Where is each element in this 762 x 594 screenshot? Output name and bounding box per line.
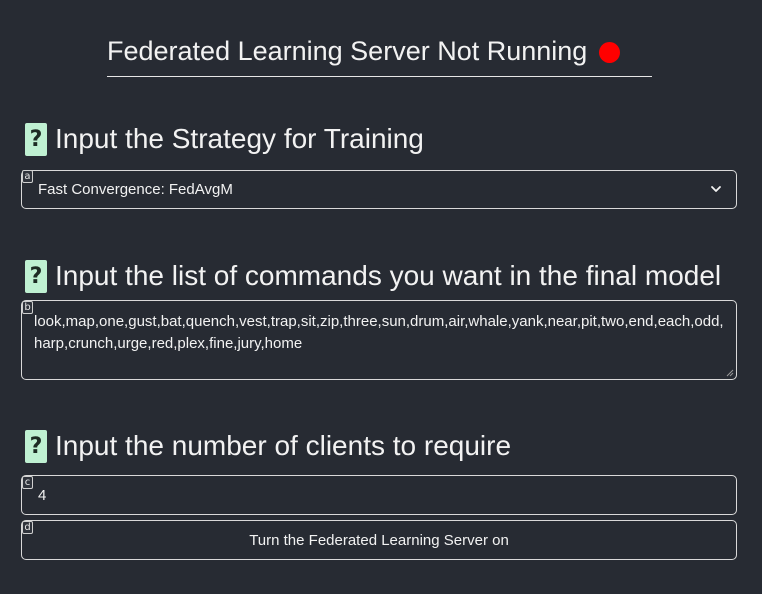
strategy-heading-text: Input the Strategy for Training <box>55 123 424 154</box>
strategy-selected-value: Fast Convergence: FedAvgM <box>38 181 233 198</box>
commands-textarea[interactable]: look,map,one,gust,bat,quench,vest,trap,s… <box>21 300 737 380</box>
start-server-button[interactable]: Turn the Federated Learning Server on <box>21 520 737 560</box>
clients-number-value: 4 <box>38 486 47 504</box>
help-icon[interactable]: ? <box>25 429 47 463</box>
federated-server-page: Federated Learning Server Not Running ? … <box>0 0 762 594</box>
clients-heading: ? Input the number of clients to require <box>25 429 511 463</box>
start-server-button-label: Turn the Federated Learning Server on <box>249 531 509 549</box>
resize-grip-icon[interactable] <box>726 369 734 377</box>
server-status-text: Federated Learning Server Not Running <box>107 36 588 66</box>
strategy-heading: ? Input the Strategy for Training <box>25 122 424 156</box>
commands-textarea-value: look,map,one,gust,bat,quench,vest,trap,s… <box>34 313 724 352</box>
hint-tag-a: a <box>22 170 33 183</box>
chevron-down-icon <box>711 186 721 192</box>
hint-tag-d: d <box>22 521 33 534</box>
clients-heading-text: Input the number of clients to require <box>55 430 512 461</box>
server-status: Federated Learning Server Not Running <box>107 34 652 77</box>
hint-tag-c: c <box>22 476 33 489</box>
clients-number-input[interactable]: 4 <box>21 475 737 515</box>
help-icon[interactable]: ? <box>25 259 47 293</box>
hint-tag-b: b <box>22 301 33 314</box>
commands-heading-text: Input the list of commands you want in t… <box>55 260 722 291</box>
commands-heading: ? Input the list of commands you want in… <box>25 259 721 293</box>
help-icon[interactable]: ? <box>25 122 47 156</box>
status-indicator-icon <box>599 42 621 63</box>
strategy-select[interactable]: Fast Convergence: FedAvgM <box>21 170 737 209</box>
